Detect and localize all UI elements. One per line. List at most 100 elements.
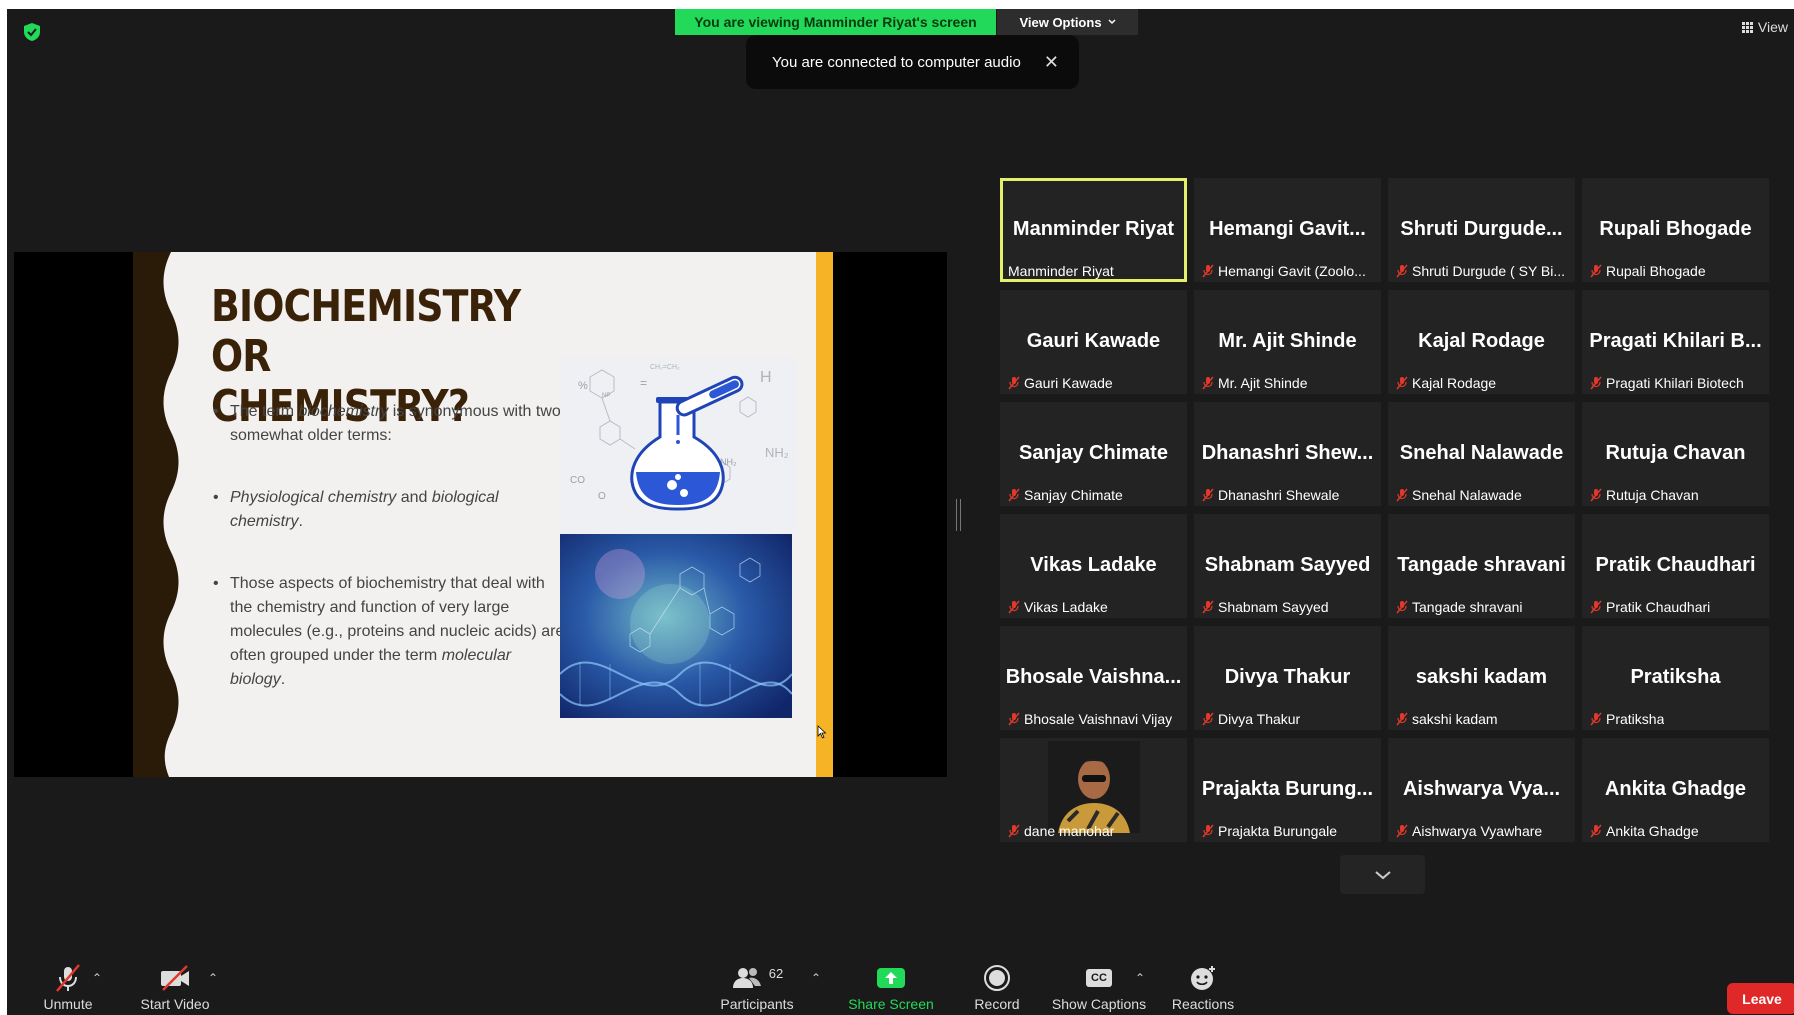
- participant-display-name: Shruti Durgude...: [1400, 218, 1563, 240]
- audio-options-caret[interactable]: ⌃: [92, 971, 102, 985]
- participant-name-text: Kajal Rodage: [1412, 375, 1497, 391]
- shared-screen[interactable]: BIOCHEMISTRY OR CHEMISTRY? The term bioc…: [14, 252, 947, 777]
- participant-display-name: Gauri Kawade: [1026, 330, 1161, 352]
- gallery-next-page-button[interactable]: [1340, 855, 1425, 894]
- reactions-button[interactable]: Reactions: [1161, 962, 1245, 1012]
- participant-tile[interactable]: Prajakta Burung... Prajakta Burungale: [1194, 738, 1381, 842]
- participant-display-name: Mr. Ajit Shinde: [1218, 330, 1357, 352]
- participant-tile[interactable]: Dhanashri Shew... Dhanashri Shewale: [1194, 402, 1381, 506]
- participant-name-text: Gauri Kawade: [1024, 375, 1113, 391]
- resize-splitter[interactable]: [956, 499, 961, 531]
- formula-co: CO: [570, 475, 585, 486]
- muted-mic-icon: [1008, 600, 1020, 614]
- participant-tile[interactable]: Hemangi Gavit... Hemangi Gavit (Zoolo...: [1194, 178, 1381, 282]
- view-options-button[interactable]: View Options: [997, 9, 1138, 35]
- muted-mic-icon: [1202, 376, 1214, 390]
- participant-display-name: Pratiksha: [1630, 666, 1721, 688]
- participant-tile[interactable]: Vikas Ladake Vikas Ladake: [1000, 514, 1187, 618]
- participants-options-caret[interactable]: ⌃: [811, 971, 821, 985]
- leave-button[interactable]: Leave: [1727, 983, 1794, 1014]
- participant-tile[interactable]: Shabnam Sayyed Shabnam Sayyed: [1194, 514, 1381, 618]
- participant-name-text: Divya Thakur: [1218, 711, 1301, 727]
- participant-name-text: Pragati Khilari Biotech: [1606, 375, 1744, 391]
- participant-tile[interactable]: Snehal Nalawade Snehal Nalawade: [1388, 402, 1575, 506]
- shield-icon[interactable]: [23, 22, 41, 42]
- presentation-slide: BIOCHEMISTRY OR CHEMISTRY? The term bioc…: [133, 252, 833, 777]
- muted-mic-icon: [1008, 824, 1020, 838]
- participant-name-label: Manminder Riyat: [1008, 263, 1114, 279]
- show-captions-button[interactable]: CC Show Captions: [1047, 962, 1151, 1012]
- unmute-label: Unmute: [43, 996, 93, 1012]
- participant-tile[interactable]: Bhosale Vaishna... Bhosale Vaishnavi Vija…: [1000, 626, 1187, 730]
- participant-tile[interactable]: Sanjay Chimate Sanjay Chimate: [1000, 402, 1187, 506]
- participant-name-text: Pratik Chaudhari: [1606, 599, 1711, 615]
- participant-name-label: Divya Thakur: [1202, 711, 1300, 727]
- formula-o: O: [598, 491, 606, 502]
- participant-tile[interactable]: Rutuja Chavan Rutuja Chavan: [1582, 402, 1769, 506]
- participant-name-text: Dhanashri Shewale: [1218, 487, 1340, 503]
- flask-illustration: % NP = CH₂=CH₂ H NH₂ NH₂ CO O: [560, 357, 797, 534]
- start-video-label: Start Video: [140, 996, 210, 1012]
- participant-name-text: Prajakta Burungale: [1218, 823, 1338, 839]
- participant-name-label: Tangade shravani: [1396, 599, 1523, 615]
- participant-name-text: Mr. Ajit Shinde: [1218, 375, 1308, 391]
- participant-display-name: Ankita Ghadge: [1604, 778, 1747, 800]
- unmute-button[interactable]: Unmute: [29, 962, 107, 1012]
- participant-tile[interactable]: Kajal Rodage Kajal Rodage: [1388, 290, 1575, 394]
- muted-mic-icon: [1590, 600, 1602, 614]
- reactions-label: Reactions: [1171, 996, 1235, 1012]
- muted-mic-icon: [1202, 824, 1214, 838]
- participant-tile[interactable]: Aishwarya Vya... Aishwarya Vyawhare: [1388, 738, 1575, 842]
- participant-name-label: Shabnam Sayyed: [1202, 599, 1329, 615]
- muted-mic-icon: [1202, 600, 1214, 614]
- participant-tile[interactable]: Pragati Khilari B... Pragati Khilari Biot…: [1582, 290, 1769, 394]
- participants-count: 62: [768, 965, 784, 981]
- view-button[interactable]: View: [1741, 19, 1788, 35]
- participant-tile[interactable]: Ankita Ghadge Ankita Ghadge: [1582, 738, 1769, 842]
- participant-name-label: Mr. Ajit Shinde: [1202, 375, 1308, 391]
- participant-tile[interactable]: Divya Thakur Divya Thakur: [1194, 626, 1381, 730]
- captions-options-caret[interactable]: ⌃: [1135, 971, 1145, 985]
- share-screen-label: Share Screen: [848, 996, 934, 1012]
- participant-name-text: Ankita Ghadge: [1606, 823, 1699, 839]
- close-icon[interactable]: ✕: [1044, 52, 1059, 73]
- formula-nh2-b: NH₂: [765, 445, 789, 460]
- bullet2-text-end: .: [298, 513, 303, 530]
- participant-name-text: Sanjay Chimate: [1024, 487, 1123, 503]
- muted-mic-icon: [1202, 264, 1214, 278]
- participant-tile[interactable]: Mr. Ajit Shinde Mr. Ajit Shinde: [1194, 290, 1381, 394]
- participant-display-name: Pragati Khilari B...: [1589, 330, 1762, 352]
- video-options-caret[interactable]: ⌃: [208, 971, 218, 985]
- muted-mic-icon: [1396, 712, 1408, 726]
- viewing-text: You are viewing Manminder Riyat's screen: [694, 14, 977, 30]
- record-button[interactable]: Record: [955, 962, 1039, 1012]
- participant-name-label: Pragati Khilari Biotech: [1590, 375, 1744, 391]
- participant-tile[interactable]: Manminder Riyat Manminder Riyat: [1000, 178, 1187, 282]
- slide-accent-stripe: [816, 252, 833, 777]
- share-screen-button[interactable]: Share Screen: [841, 962, 941, 1012]
- start-video-button[interactable]: Start Video: [122, 962, 228, 1012]
- bullet2-emphasis-1: Physiological chemistry: [230, 489, 397, 506]
- zoom-meeting-window: You are viewing Manminder Riyat's screen…: [7, 9, 1794, 1015]
- participant-tile[interactable]: Rupali Bhogade Rupali Bhogade: [1582, 178, 1769, 282]
- participant-tile[interactable]: Pratiksha Pratiksha: [1582, 626, 1769, 730]
- muted-mic-icon: [1396, 264, 1408, 278]
- participant-tile[interactable]: dane manohar: [1000, 738, 1187, 842]
- participant-name-label: Pratiksha: [1590, 711, 1664, 727]
- audio-toast-text: You are connected to computer audio: [772, 53, 1021, 71]
- chevron-down-icon: [1108, 19, 1116, 25]
- participant-video-thumbnail: [1048, 741, 1140, 833]
- slide-bullet-1: The term biochemistry is synonymous with…: [213, 400, 570, 448]
- participant-tile[interactable]: Shruti Durgude... Shruti Durgude ( SY Bi.…: [1388, 178, 1575, 282]
- participants-button[interactable]: 62 Participants: [707, 962, 807, 1013]
- participant-name-text: Bhosale Vaishnavi Vijay: [1024, 711, 1173, 727]
- participant-tile[interactable]: Pratik Chaudhari Pratik Chaudhari: [1582, 514, 1769, 618]
- participant-tile[interactable]: sakshi kadam sakshi kadam: [1388, 626, 1575, 730]
- mouse-cursor-icon: [817, 725, 827, 739]
- participant-tile[interactable]: Gauri Kawade Gauri Kawade: [1000, 290, 1187, 394]
- participant-tile[interactable]: Tangade shravani Tangade shravani: [1388, 514, 1575, 618]
- participant-name-label: Vikas Ladake: [1008, 599, 1108, 615]
- participant-name-label: Rutuja Chavan: [1590, 487, 1699, 503]
- participant-display-name: Manminder Riyat: [1012, 218, 1175, 240]
- muted-mic-icon: [1202, 712, 1214, 726]
